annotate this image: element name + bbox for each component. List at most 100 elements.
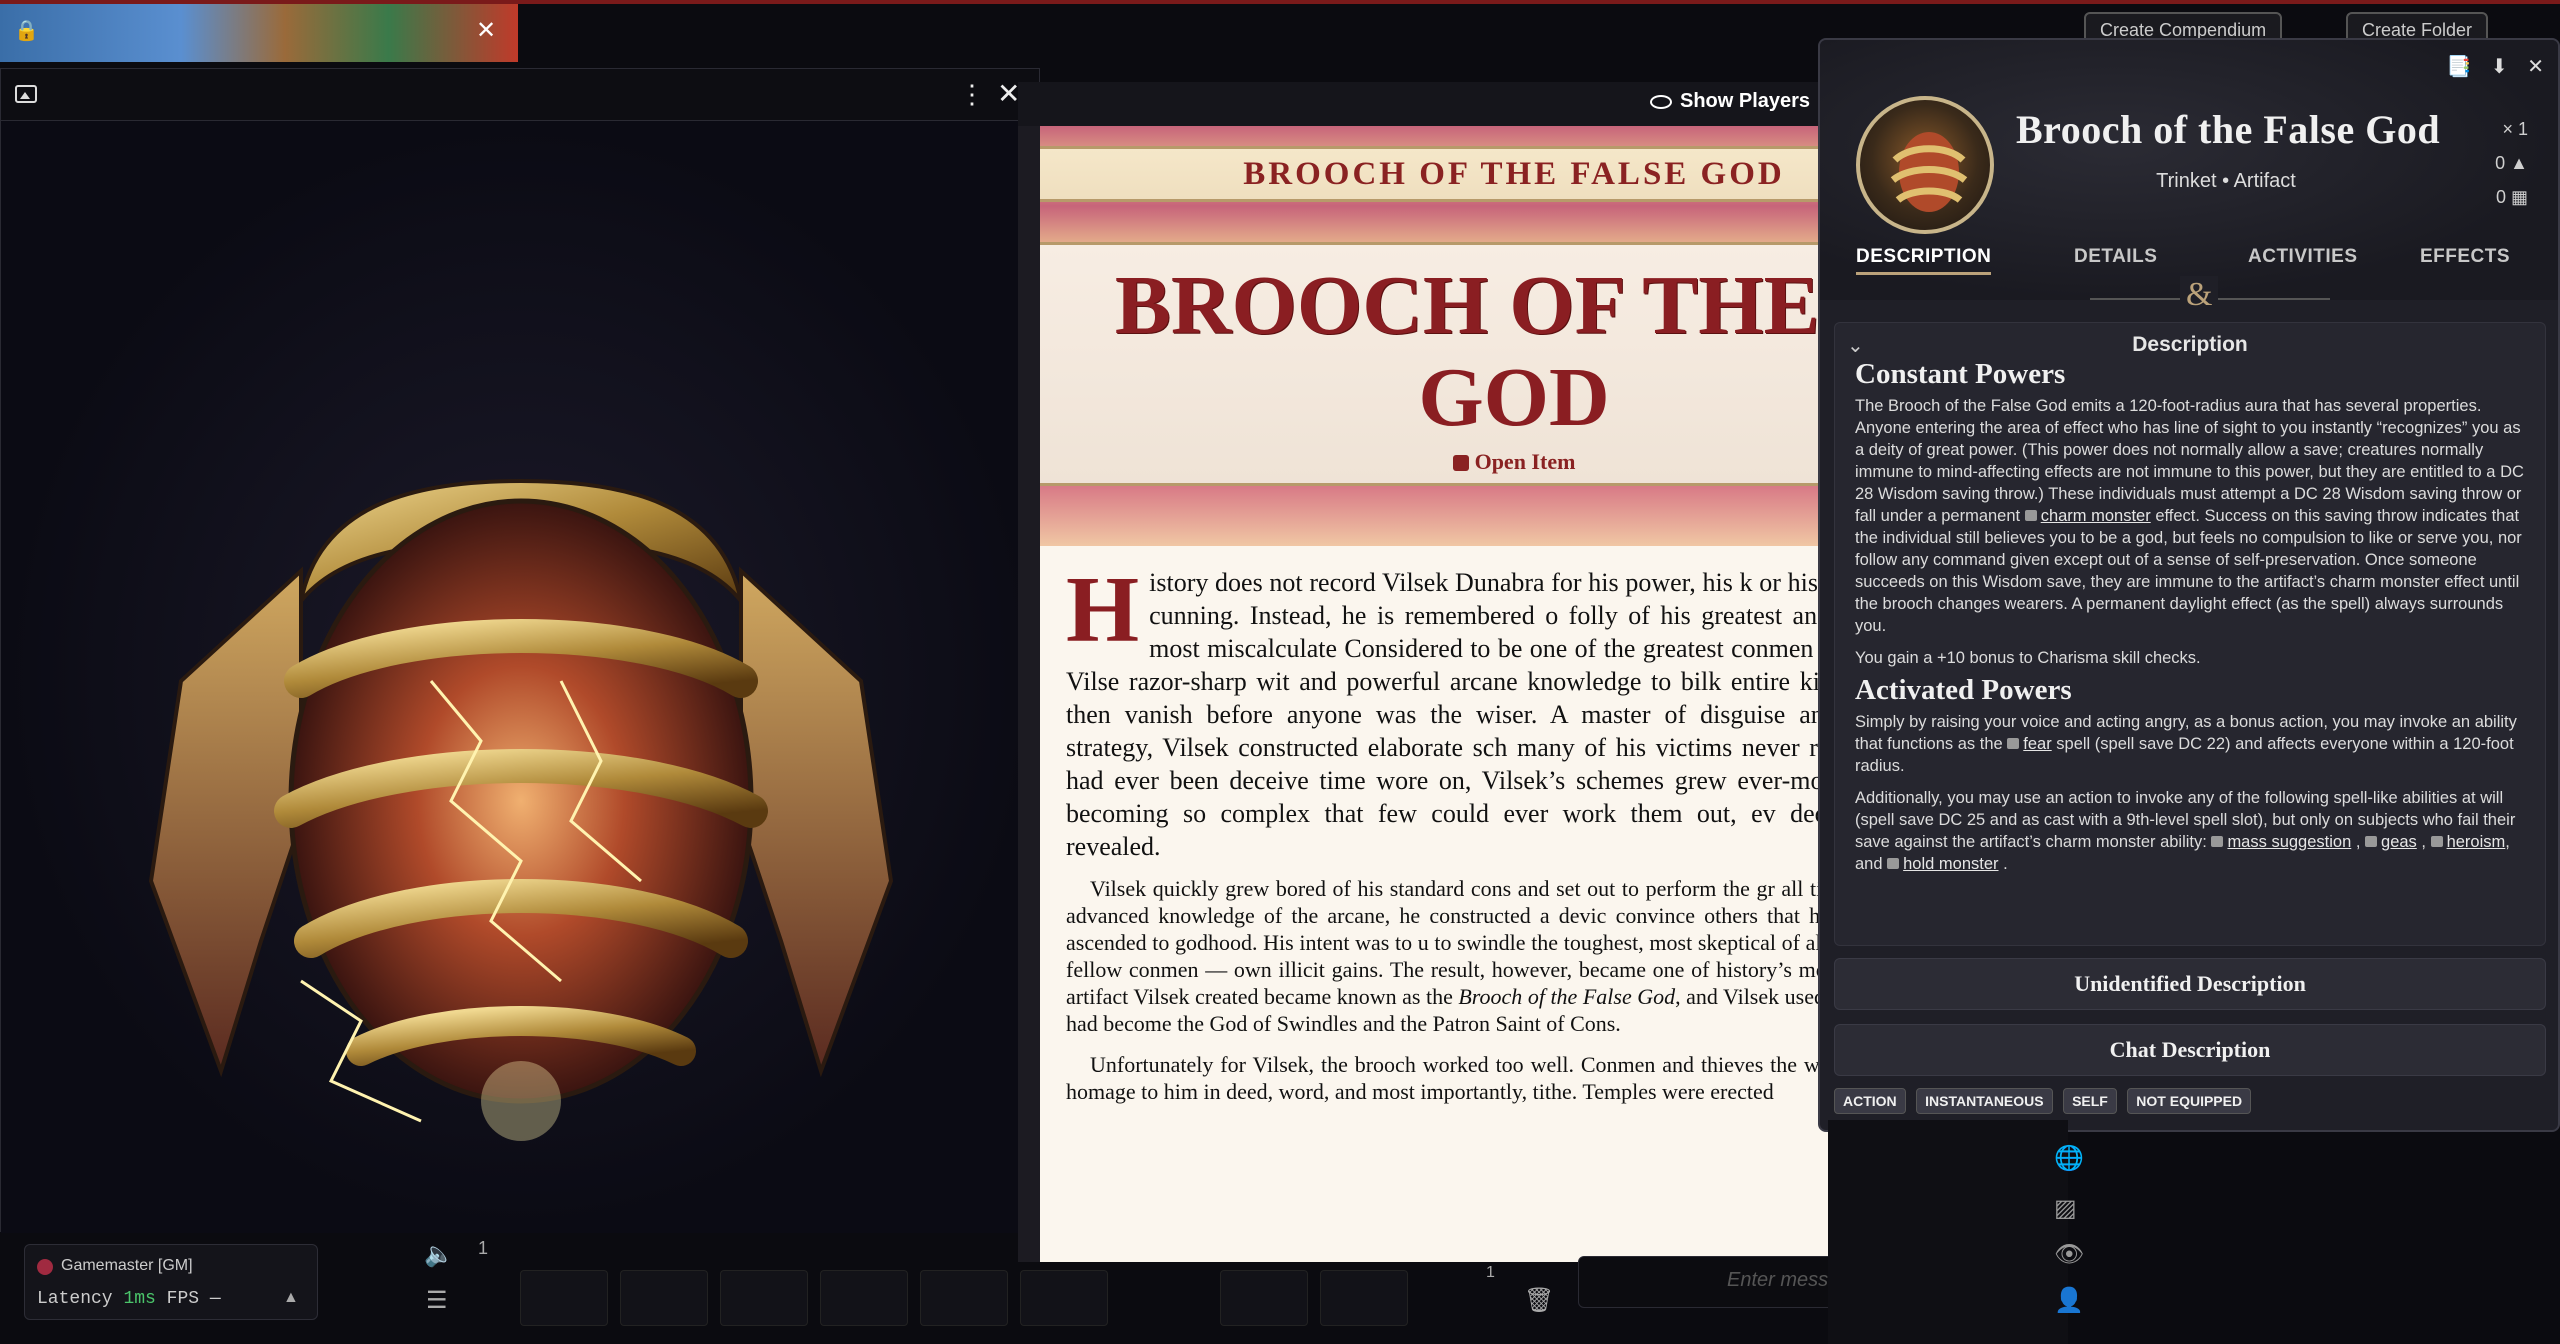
hotbar-slot[interactable] — [620, 1270, 708, 1326]
lock-icon[interactable]: 🔒 — [14, 18, 39, 42]
show-players-label: Show Players — [1680, 90, 1811, 112]
tab-activities[interactable]: ACTIVITIES — [2248, 246, 2358, 268]
text: The Brooch of the False God emits a 120-… — [1855, 397, 2524, 525]
geas-link[interactable]: geas — [2381, 833, 2417, 851]
close-icon[interactable]: ✕ — [476, 16, 496, 45]
trash-icon[interactable]: 🗑 — [1524, 1286, 1554, 1315]
charm-monster-link[interactable]: charm monster — [2041, 507, 2151, 525]
hotbar-slot[interactable] — [720, 1270, 808, 1326]
user-icon[interactable]: 👤 — [2054, 1286, 2084, 1315]
hold-monster-link[interactable]: hold monster — [1903, 855, 1998, 873]
text: effect. Success on this saving throw ind… — [1855, 507, 2522, 635]
menu-icon[interactable]: ☰ — [426, 1286, 448, 1315]
description-content: Constant Powers The Brooch of the False … — [1855, 358, 2531, 885]
ampersand-ornament: & — [2180, 276, 2219, 314]
heroism-link[interactable]: heroism — [2447, 833, 2506, 851]
spell-icon — [2211, 836, 2224, 847]
activated-powers-text: Simply by raising your voice and acting … — [1855, 711, 2531, 777]
tab-effects[interactable]: EFFECTS — [2420, 246, 2510, 268]
hotbar-page-number: 1 — [478, 1238, 489, 1258]
item-subtype: Trinket • Artifact — [2156, 170, 2296, 192]
weight-value[interactable]: 0 — [2495, 153, 2505, 173]
speaker-icon[interactable]: ▨ — [2054, 1194, 2077, 1223]
activated-powers-heading: Activated Powers — [1855, 674, 2072, 706]
eye-slash-icon[interactable]: 👁 — [2054, 1240, 2084, 1269]
lead-text: istory does not record Vilsek Dunabra fo… — [1066, 568, 1946, 861]
latency-value: 1ms — [123, 1289, 156, 1309]
eye-icon — [1650, 95, 1672, 109]
scene-banner: 🔒 ✕ — [0, 4, 518, 62]
item-portrait[interactable] — [1856, 96, 1994, 234]
download-icon[interactable]: ⬇ — [2491, 56, 2508, 78]
hotbar-page-number-secondary: 1 — [1486, 1264, 1495, 1281]
text: Additionally, you may use an action to i… — [1855, 789, 2516, 851]
hotbar-slot[interactable] — [920, 1270, 1008, 1326]
paragraph-text: Unfortunately for Vilsek, the brooch wor… — [1066, 1052, 1946, 1104]
sidebar-controls — [1828, 1120, 2068, 1344]
item-counts: × 1 0 ▲ 0 ▦ — [2495, 112, 2528, 214]
hotbar-slot[interactable] — [1220, 1270, 1308, 1326]
tag-action: ACTION — [1834, 1088, 1906, 1114]
tag-not-equipped: NOT EQUIPPED — [2127, 1088, 2252, 1114]
close-icon[interactable]: ✕ — [997, 77, 1020, 110]
image-icon — [15, 85, 37, 103]
item-sheet-window: 📑 ⬇ ✕ Brooch of the False God Trinket • … — [1818, 38, 2560, 1132]
hotbar-slot[interactable] — [820, 1270, 908, 1326]
tab-description[interactable]: DESCRIPTION — [1856, 246, 1992, 275]
brooch-artwork — [1, 121, 1041, 1233]
latency-label: Latency — [37, 1289, 113, 1309]
spell-icon — [1887, 858, 1900, 869]
chat-description-section[interactable]: Chat Description — [1834, 1024, 2546, 1076]
body-paragraph: Vilsek quickly grew bored of his standar… — [1066, 875, 1946, 1037]
more-options-icon[interactable]: ⋮ — [959, 79, 985, 110]
charisma-text: You gain a +10 bonus to Charisma skill c… — [1855, 649, 2201, 667]
brooch-illustration — [148, 478, 894, 1141]
drop-cap: H — [1066, 558, 1140, 662]
hotbar-slot[interactable] — [1020, 1270, 1108, 1326]
players-panel: Gamemaster [GM] Latency 1ms FPS — ▲ — [24, 1244, 318, 1320]
fps-value: — — [209, 1289, 221, 1309]
item-bag-icon — [1452, 455, 1469, 471]
close-icon[interactable]: ✕ — [2527, 56, 2544, 78]
italic-title: Brooch of the False God — [1458, 984, 1676, 1009]
quantity-value[interactable]: × 1 — [2495, 112, 2528, 146]
open-item-label: Open Item — [1474, 449, 1576, 474]
performance-readout: Latency 1ms FPS — — [37, 1289, 221, 1309]
image-popout-window: ⋮ ✕ — [0, 68, 1041, 1233]
description-panel: ⌄ Description Constant Powers The Brooch… — [1834, 322, 2546, 946]
fear-link[interactable]: fear — [2023, 735, 2051, 753]
additional-powers-text: Additionally, you may use an action to i… — [1855, 789, 2516, 873]
fps-label: FPS — [166, 1289, 200, 1309]
sheet-header-controls: 📑 ⬇ ✕ — [2432, 54, 2544, 79]
globe-icon[interactable]: 🌐 — [2054, 1144, 2084, 1173]
tag-instantaneous: INSTANTANEOUS — [1916, 1088, 2053, 1114]
spell-icon — [2365, 836, 2378, 847]
spell-icon — [2024, 510, 2037, 521]
constant-powers-heading: Constant Powers — [1855, 358, 2066, 390]
spell-icon — [2007, 738, 2020, 749]
item-name[interactable]: Brooch of the False God — [2016, 106, 2440, 153]
hotbar-slot[interactable] — [1320, 1270, 1408, 1326]
constant-powers-text: The Brooch of the False God emits a 120-… — [1855, 395, 2531, 637]
tab-details[interactable]: DETAILS — [2074, 246, 2157, 268]
journal-icon[interactable]: 📑 — [2446, 56, 2471, 78]
player-name: Gamemaster [GM] — [61, 1257, 193, 1274]
volume-icon[interactable]: 🔈 — [424, 1240, 454, 1269]
hotbar-slot[interactable] — [520, 1270, 608, 1326]
mass-suggestion-link[interactable]: mass suggestion — [2227, 833, 2351, 851]
body-paragraph: Unfortunately for Vilsek, the brooch wor… — [1066, 1051, 1946, 1105]
description-header[interactable]: Description — [1835, 333, 2545, 357]
spell-icon — [2430, 836, 2443, 847]
price-value[interactable]: 0 — [2496, 187, 2506, 207]
image-popout-header: ⋮ ✕ — [1, 69, 1039, 121]
lead-paragraph: History does not record Vilsek Dunabra f… — [1066, 558, 1946, 863]
journal-body: History does not record Vilsek Dunabra f… — [1066, 558, 1946, 1105]
coin-icon: ▦ — [2510, 187, 2528, 207]
item-tags: ACTION INSTANTANEOUS SELF NOT EQUIPPED — [1834, 1088, 2257, 1114]
unidentified-description-section[interactable]: Unidentified Description — [1834, 958, 2546, 1010]
show-players-button[interactable]: Show Players — [1650, 90, 1810, 113]
chevron-up-icon[interactable]: ▲ — [283, 1289, 299, 1307]
weight-icon: ▲ — [2510, 153, 2528, 173]
tag-self: SELF — [2063, 1088, 2117, 1114]
player-color-dot — [37, 1259, 53, 1275]
